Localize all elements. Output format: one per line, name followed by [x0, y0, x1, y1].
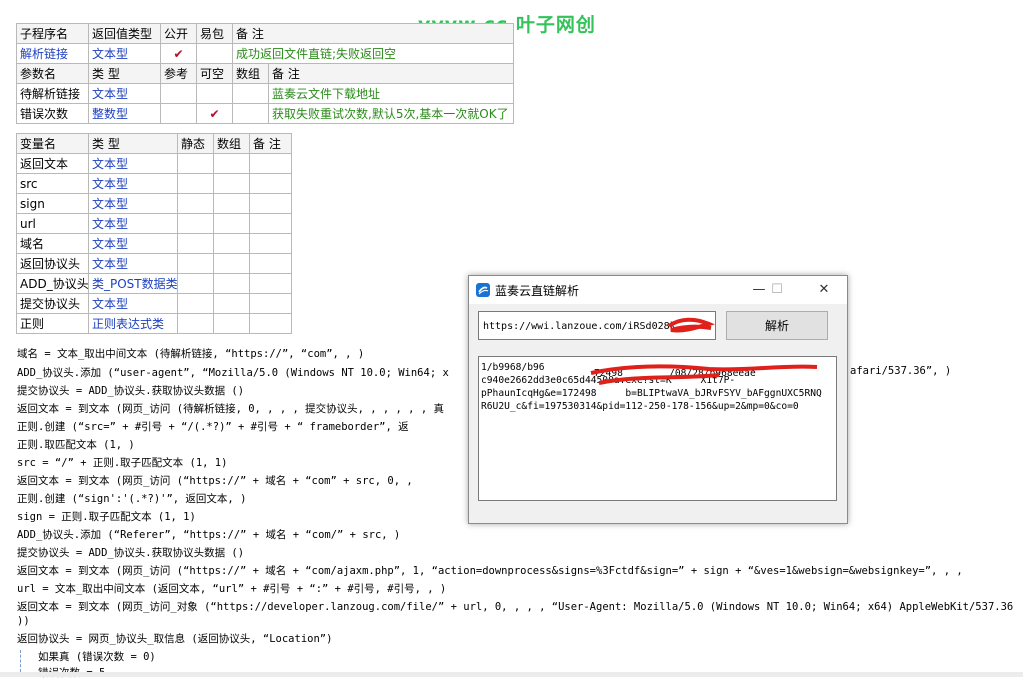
var-type[interactable]: 文本型 — [88, 253, 178, 274]
table-row[interactable]: ADD_协议头 类_POST数据类 — [16, 273, 292, 294]
var-name[interactable]: src — [16, 173, 89, 194]
code-line[interactable]: 返回文本 = 到文本 (网页_访问 (待解析链接, 0, , , , 提交协议头… — [17, 400, 444, 418]
table-row[interactable]: sign 文本型 — [16, 193, 292, 214]
app-icon — [476, 283, 490, 297]
public-check-icon[interactable]: ✔ — [160, 43, 197, 64]
var-type[interactable]: 文本型 — [88, 193, 178, 214]
param-name[interactable]: 待解析链接 — [16, 83, 89, 104]
var-header-note: 备 注 — [249, 133, 292, 154]
code-line[interactable]: 返回文本 = 到文本 (网页_访问 (“https://” + 域名 + “co… — [17, 472, 413, 490]
var-header-name: 变量名 — [16, 133, 89, 154]
window-title: 蓝奏云直链解析 — [495, 284, 580, 298]
tree-guide-line — [20, 650, 22, 672]
var-type[interactable]: 正则表达式类 — [88, 313, 178, 334]
header-note: 备 注 — [232, 23, 514, 44]
table-row[interactable]: 域名 文本型 — [16, 233, 292, 254]
code-line[interactable]: sign = 正则.取子匹配文本 (1, 1) — [17, 508, 196, 526]
var-name[interactable]: sign — [16, 193, 89, 214]
table-row[interactable]: src 文本型 — [16, 173, 292, 194]
table-row[interactable]: 待解析链接 文本型 蓝奏云文件下载地址 — [16, 83, 514, 104]
code-line[interactable]: src = “/” + 正则.取子匹配文本 (1, 1) — [17, 454, 227, 472]
table-row[interactable]: 返回协议头 文本型 — [16, 253, 292, 274]
code-line[interactable]: 正则.创建 (“sign':'(.*?)'”, 返回文本, ) — [17, 490, 246, 508]
var-name[interactable]: url — [16, 213, 89, 234]
code-line[interactable]: 返回协议头 = 网页_协议头_取信息 (返回协议头, “Location”) — [17, 630, 332, 648]
param-name[interactable]: 错误次数 — [16, 103, 89, 124]
var-header-array: 数组 — [213, 133, 250, 154]
variable-table: 变量名 类 型 静态 数组 备 注 返回文本 文本型 src 文本型 sign 文本型 ur… — [16, 133, 292, 334]
var-type[interactable]: 文本型 — [88, 153, 178, 174]
close-button[interactable]: ✕ — [809, 279, 839, 301]
var-type[interactable]: 文本型 — [88, 293, 178, 314]
code-line[interactable]: url = 文本_取出中间文本 (返回文本, “url” + #引号 + “:”… — [17, 580, 446, 598]
sub-type-cell[interactable]: 文本型 — [88, 43, 161, 64]
var-name[interactable]: 提交协议头 — [16, 293, 89, 314]
subroutine-table: 子程序名 返回值类型 公开 易包 备 注 解析链接 文本型 ✔ 成功返回文件直链… — [16, 23, 514, 124]
sub-name-cell[interactable]: 解析链接 — [16, 43, 89, 64]
redaction-scribble — [667, 317, 715, 333]
easy-pkg-cell[interactable] — [196, 43, 233, 64]
code-line[interactable]: 正则.取匹配文本 (1, ) — [17, 436, 135, 454]
var-header-static: 静态 — [177, 133, 214, 154]
table-row[interactable]: 返回文本 文本型 — [16, 153, 292, 174]
param-header-note: 备 注 — [268, 63, 514, 84]
var-name[interactable]: 返回协议头 — [16, 253, 89, 274]
param-header-type: 类 型 — [88, 63, 161, 84]
header-easy-pkg: 易包 — [196, 23, 233, 44]
var-type[interactable]: 文本型 — [88, 173, 178, 194]
param-type[interactable]: 整数型 — [88, 103, 161, 124]
var-name[interactable]: ADD_协议头 — [16, 273, 89, 294]
code-line[interactable]: )) — [17, 612, 30, 630]
lanzou-parser-window[interactable]: 蓝奏云直链解析 — ☐ ✕ https://wwi.lanzoue.com/iR… — [468, 275, 848, 524]
param-header-array: 数组 — [232, 63, 269, 84]
code-line[interactable]: 返回文本 = 到文本 (网页_访问 (“https://” + 域名 + “co… — [17, 562, 963, 580]
parse-button[interactable]: 解析 — [726, 311, 828, 340]
redaction-scribble — [590, 364, 818, 385]
param-header-name: 参数名 — [16, 63, 89, 84]
table-row[interactable]: 提交协议头 文本型 — [16, 293, 292, 314]
window-titlebar[interactable]: 蓝奏云直链解析 — ☐ ✕ — [469, 276, 847, 304]
code-line[interactable]: ADD_协议头.添加 (“Referer”, “https://” + 域名 +… — [17, 526, 400, 544]
param-header-nullable: 可空 — [196, 63, 233, 84]
nullable-check-icon[interactable]: ✔ — [196, 103, 233, 124]
header-sub-name: 子程序名 — [16, 23, 89, 44]
param-header-ref: 参考 — [160, 63, 197, 84]
param-note[interactable]: 获取失败重试次数,默认5次,基本一次就OK了 — [268, 103, 514, 124]
code-line[interactable]: ADD_协议头.添加 (“user-agent”, “Mozilla/5.0 (… — [17, 364, 449, 382]
code-line[interactable]: 域名 = 文本_取出中间文本 (待解析链接, “https://”, “com”… — [17, 345, 364, 363]
var-type[interactable]: 类_POST数据类 — [88, 273, 178, 294]
sub-note-cell[interactable]: 成功返回文件直链;失败返回空 — [232, 43, 514, 64]
var-type[interactable]: 文本型 — [88, 213, 178, 234]
header-return-type: 返回值类型 — [88, 23, 161, 44]
var-header-type: 类 型 — [88, 133, 178, 154]
var-name[interactable]: 正则 — [16, 313, 89, 334]
code-line[interactable]: 正则.创建 (“src=” + #引号 + “/(.*?)” + #引号 + “… — [17, 418, 409, 436]
code-line[interactable]: 提交协议头 = ADD_协议头.获取协议头数据 () — [17, 382, 244, 400]
param-type[interactable]: 文本型 — [88, 83, 161, 104]
var-name[interactable]: 域名 — [16, 233, 89, 254]
code-line[interactable]: 返回文本 = 到文本 (网页_访问_对象 (“https://developer… — [17, 598, 1013, 616]
var-name[interactable]: 返回文本 — [16, 153, 89, 174]
table-row[interactable]: url 文本型 — [16, 213, 292, 234]
maximize-button[interactable]: ☐ — [762, 279, 792, 301]
status-strip — [0, 672, 1023, 677]
code-line[interactable]: 提交协议头 = ADD_协议头.获取协议头数据 () — [17, 544, 244, 562]
tail-right-text: afari/537.36”, ) — [850, 365, 952, 377]
header-public: 公开 — [160, 23, 197, 44]
table-row[interactable]: 错误次数 整数型 ✔ 获取失败重试次数,默认5次,基本一次就OK了 — [16, 103, 514, 124]
table-row[interactable]: 正则 正则表达式类 — [16, 313, 292, 334]
var-type[interactable]: 文本型 — [88, 233, 178, 254]
param-note[interactable]: 蓝奏云文件下载地址 — [268, 83, 514, 104]
